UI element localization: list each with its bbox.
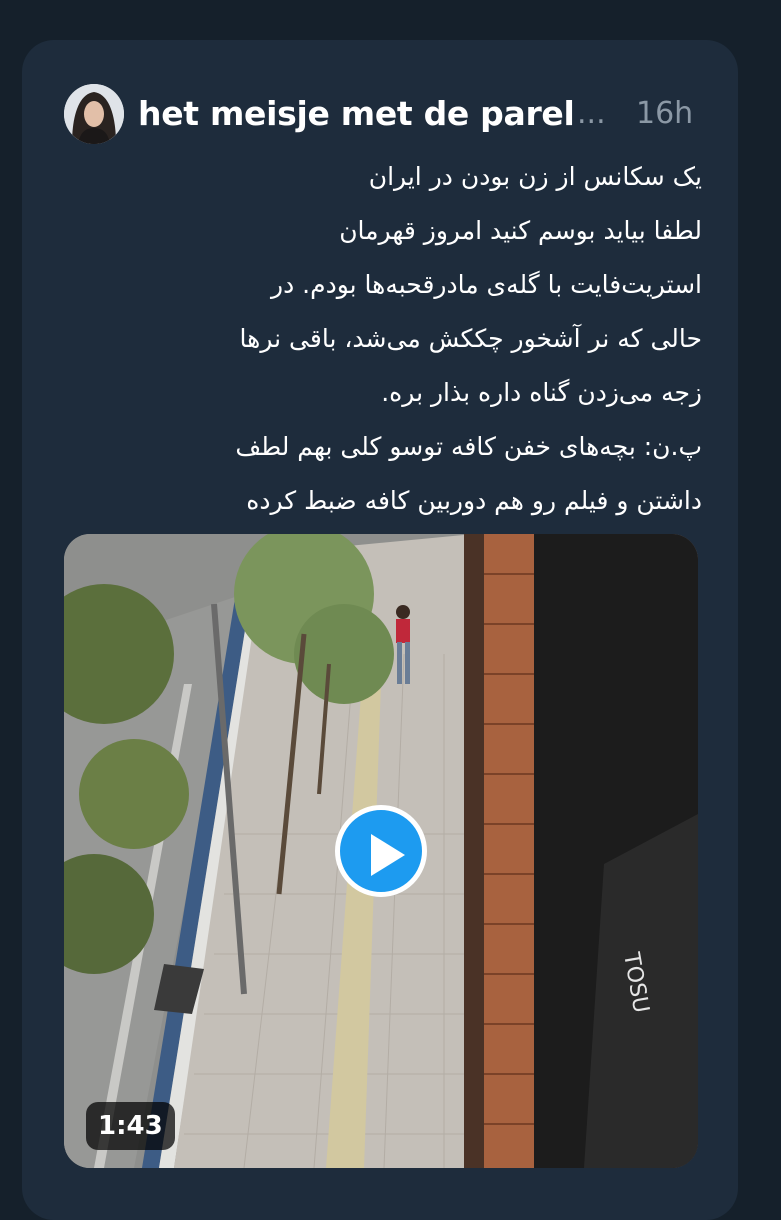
author-name[interactable]: het meisje met de parel	[138, 92, 575, 136]
video-duration-badge: 1:43	[86, 1102, 175, 1150]
tweet-text: یک سکانس از زن بودن در ایران لطفا بیاید ب…	[80, 150, 702, 528]
tweet-text-line: زجه می‌زدن گناه داره بذار بره.	[381, 378, 702, 407]
tweet-text-line: یک سکانس از زن بودن در ایران	[368, 162, 702, 191]
tweet-text-line: داشتن و فیلم رو هم دوربین کافه ضبط کرده	[246, 486, 702, 515]
tweet-timestamp[interactable]: 16h	[636, 92, 693, 136]
name-truncation-ellipsis: ...	[577, 96, 606, 131]
play-button[interactable]	[335, 805, 427, 897]
tweet-text-line: حالی که نر آشخور چککش می‌شد، باقی نرها	[239, 324, 702, 353]
tweet-text-line: استریت‌فایت با گله‌ی مادرقحبه‌ها بودم. د…	[271, 270, 702, 299]
video-player[interactable]: TOSU 1:43	[64, 534, 698, 1168]
play-icon	[371, 834, 405, 876]
tweet-text-line: لطفا بیاید بوسم کنید امروز قهرمان	[339, 216, 702, 245]
author-avatar[interactable]	[64, 84, 124, 144]
tweet-text-line: پ.ن: بچه‌های خفن کافه توسو کلی بهم لطف	[235, 432, 702, 461]
tweet-header: het meisje met de parel ... 16h	[64, 84, 704, 144]
